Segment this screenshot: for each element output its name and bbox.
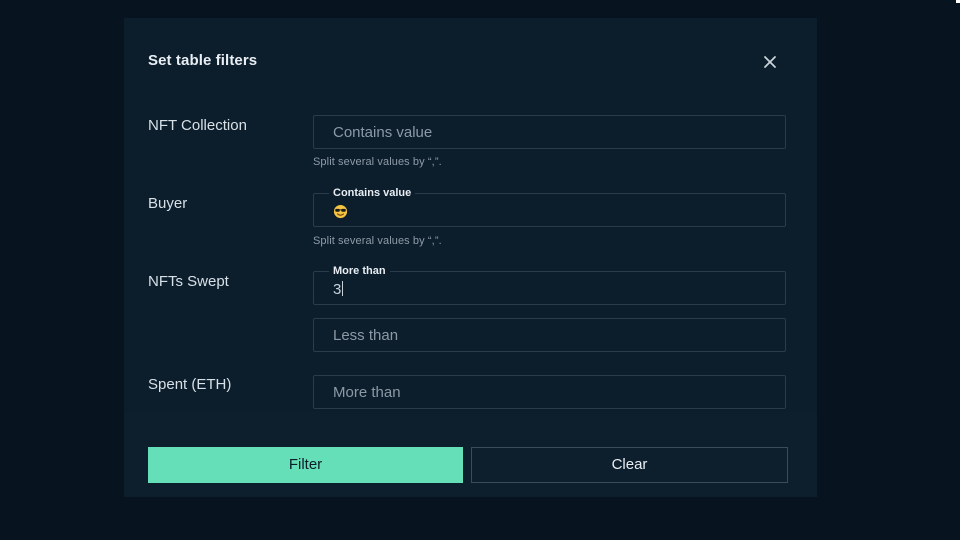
nfts-swept-more-than-label: More than [329,265,390,277]
filters-modal: Set table filters NFT Collection Contain… [124,18,817,497]
text-caret [342,281,344,296]
spent-eth-label: Spent (ETH) [148,376,232,393]
modal-footer: Filter Clear [124,412,817,497]
nfts-swept-less-than-placeholder: Less than [333,327,399,344]
sunglasses-emoji-icon [333,204,348,219]
buyer-float-label: Contains value [329,187,416,199]
nft-collection-placeholder: Contains value [333,124,433,141]
close-icon [764,56,776,68]
spent-eth-more-than-input[interactable]: More than [313,375,786,409]
modal-title: Set table filters [148,52,258,69]
spent-eth-more-than-placeholder: More than [333,384,401,401]
nfts-swept-less-than-input[interactable]: Less than [313,318,786,352]
nft-collection-label: NFT Collection [148,117,247,134]
nfts-swept-more-than-value: 3 [333,281,344,298]
nfts-swept-more-than-input[interactable]: More than 3 [313,265,786,305]
nfts-swept-label: NFTs Swept [148,273,229,290]
nfts-swept-more-than-text: 3 [333,281,342,298]
filter-button[interactable]: Filter [148,447,463,483]
close-button[interactable] [760,52,780,72]
buyer-label: Buyer [148,195,188,212]
nft-collection-input[interactable]: Contains value [313,115,786,149]
page-corner-mark [956,0,960,3]
buyer-input[interactable]: Contains value [313,187,786,227]
buyer-helper: Split several values by “,”. [313,235,442,247]
clear-button[interactable]: Clear [471,447,788,483]
nft-collection-helper: Split several values by “,”. [313,156,442,168]
